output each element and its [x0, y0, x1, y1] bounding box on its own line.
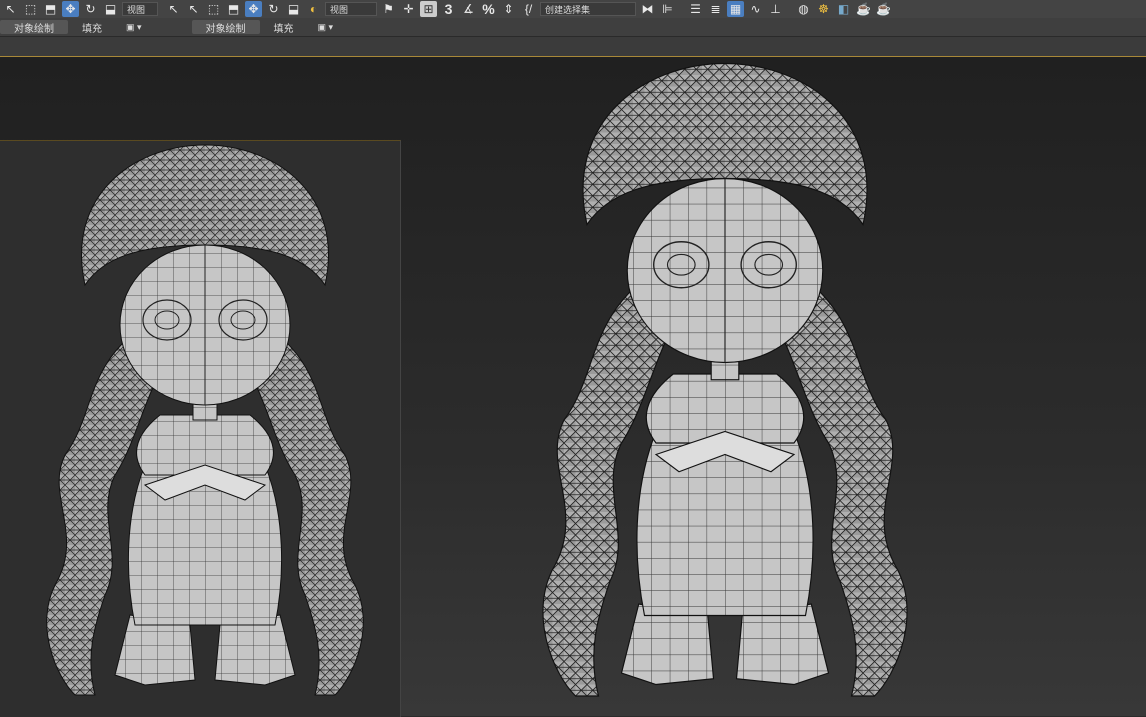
mesh-renders: [46, 62, 908, 697]
mesh-main-right: [542, 62, 908, 697]
mesh-preview-left: [46, 144, 364, 696]
